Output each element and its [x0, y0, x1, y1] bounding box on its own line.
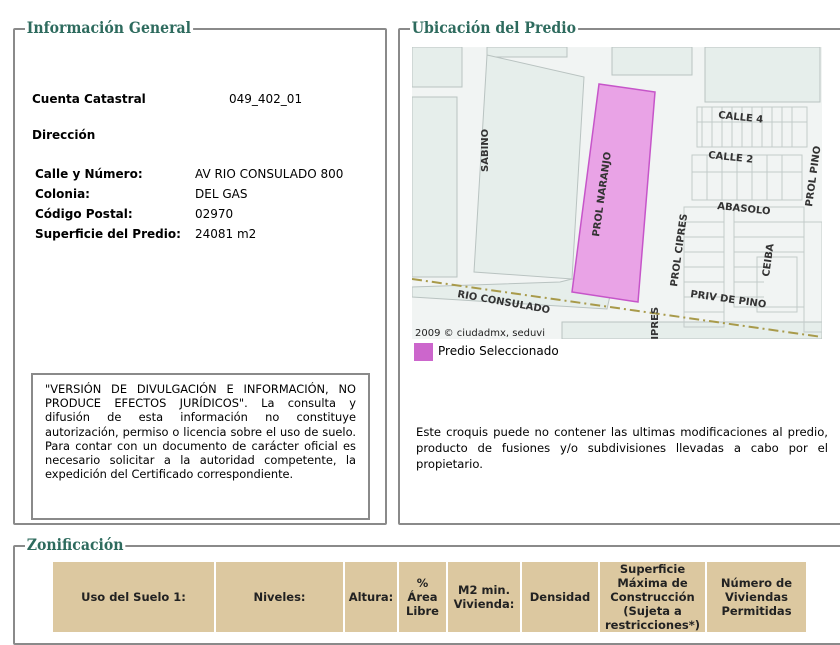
- codigo-postal-value: 02970: [195, 207, 234, 221]
- colonia-value: DEL GAS: [195, 187, 248, 201]
- col-niveles: Niveles:: [216, 562, 343, 632]
- location-map[interactable]: SABINO PROL NARANJO CALLE 4 CALLE 2 ABAS…: [412, 47, 822, 339]
- map-label-calle2: CALLE 2: [708, 150, 754, 166]
- map-label-abasolo: ABASOLO: [717, 201, 771, 218]
- disclaimer-box: "VERSIÓN DE DIVULGACIÓN E INFORMACIÓN, N…: [31, 373, 370, 520]
- calle-value: AV RIO CONSULADO 800: [195, 167, 344, 181]
- ubicacion-title: Ubicación del Predio: [410, 18, 578, 38]
- colonia-label: Colonia:: [35, 187, 90, 201]
- calle-label: Calle y Número:: [35, 167, 143, 181]
- col-densidad: Densidad: [522, 562, 598, 632]
- col-numero-viviendas: Número de Viviendas Permitidas: [707, 562, 806, 632]
- col-superficie-maxima: Superficie Máxima de Construcción (Sujet…: [600, 562, 705, 632]
- info-general-title: Información General: [25, 18, 193, 38]
- map-label-calle4: CALLE 4: [718, 110, 764, 126]
- zonificacion-title: Zonificación: [25, 535, 126, 555]
- map-label-sabino: SABINO: [480, 129, 491, 172]
- selected-parcel[interactable]: [571, 83, 656, 303]
- zonificacion-table: Uso del Suelo 1: Niveles: Altura: % Área…: [51, 562, 808, 632]
- map-note: Este croquis puede no contener las ultim…: [416, 425, 828, 471]
- map-label-ceiba: CEIBA: [761, 243, 777, 278]
- codigo-postal-label: Código Postal:: [35, 207, 133, 221]
- map-label-prol-cipres: PROL CIPRES: [669, 213, 690, 287]
- superficie-label: Superficie del Predio:: [35, 227, 181, 241]
- cuenta-catastral-value: 049_402_01: [229, 92, 303, 106]
- cuenta-catastral-label: Cuenta Catastral: [32, 92, 146, 106]
- map-label-cipres: CIPRES: [650, 307, 661, 339]
- col-uso-suelo: Uso del Suelo 1:: [53, 562, 214, 632]
- map-graphic: SABINO PROL NARANJO CALLE 4 CALLE 2 ABAS…: [412, 47, 822, 339]
- legend-swatch-icon: [414, 343, 433, 361]
- col-area-libre: % Área Libre: [399, 562, 446, 632]
- map-label-priv-de-pino: PRIV DE PINO: [690, 289, 767, 311]
- col-m2-min-vivienda: M2 min. Vivienda:: [448, 562, 520, 632]
- legend-label: Predio Seleccionado: [438, 344, 559, 358]
- col-altura: Altura:: [345, 562, 397, 632]
- map-copyright: 2009 © ciudadmx, seduvi: [415, 328, 545, 339]
- superficie-value: 24081 m2: [195, 227, 257, 241]
- map-label-prol-pino: PROL PINO: [804, 145, 822, 207]
- direccion-label: Dirección: [32, 128, 96, 142]
